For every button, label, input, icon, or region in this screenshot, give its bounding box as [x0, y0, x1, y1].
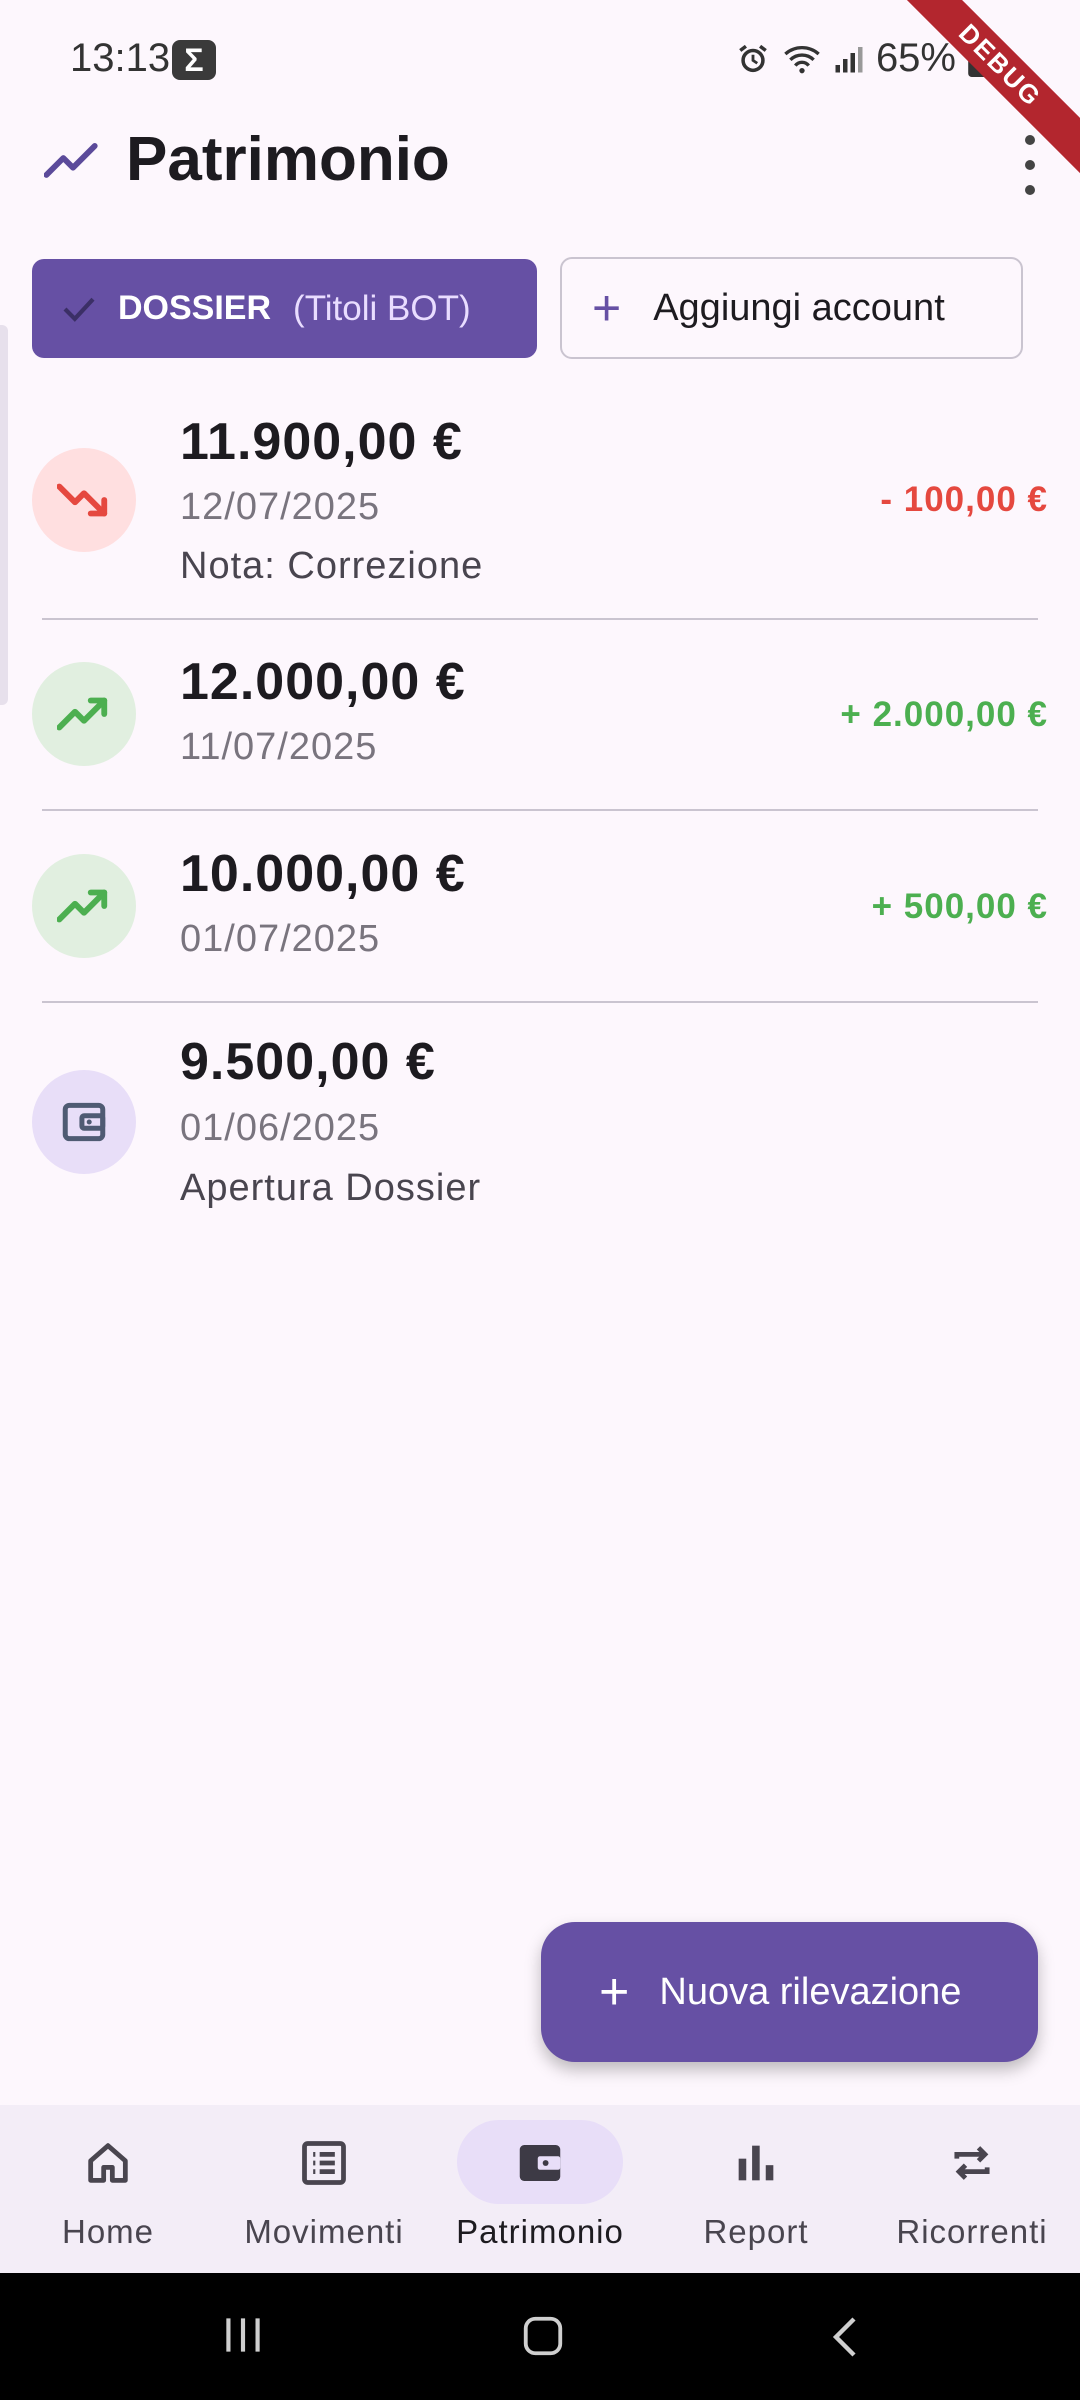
- plus-icon: +: [599, 1963, 630, 2021]
- nav-label: Movimenti: [244, 2213, 404, 2250]
- debug-banner: DEBUG: [880, 0, 1080, 200]
- list-item[interactable]: 10.000,00 € 01/07/2025 + 500,00 €: [0, 822, 1080, 1000]
- nav-item-patrimonio[interactable]: Patrimonio: [432, 2105, 648, 2273]
- list-item[interactable]: 12.000,00 € 11/07/2025 + 2.000,00 €: [0, 630, 1080, 808]
- add-account-label: Aggiungi account: [653, 286, 945, 329]
- nav-label: Patrimonio: [456, 2213, 624, 2250]
- new-entry-fab[interactable]: + Nuova rilevazione: [541, 1922, 1038, 2062]
- account-chip-dossier[interactable]: DOSSIER (Titoli BOT): [32, 259, 537, 358]
- entry-amount: 12.000,00 €: [180, 653, 466, 711]
- page-title: Patrimonio: [126, 125, 450, 194]
- wallet-icon: [32, 1070, 136, 1174]
- alarm-icon: [739, 44, 767, 72]
- entry-amount: 9.500,00 €: [180, 1033, 436, 1091]
- entry-date: 01/06/2025: [180, 1107, 381, 1149]
- list-item[interactable]: 11.900,00 € 12/07/2025 Nota: Correzione …: [0, 390, 1080, 620]
- debug-label: DEBUG: [880, 0, 1080, 186]
- status-time: 13:13: [70, 36, 171, 80]
- nav-label: Report: [703, 2213, 809, 2250]
- recent-apps-icon[interactable]: [218, 2313, 268, 2357]
- nav-item-report[interactable]: Report: [648, 2105, 864, 2273]
- home-button-icon[interactable]: [520, 2313, 566, 2359]
- entry-delta: - 100,00 €: [880, 480, 1048, 519]
- system-navigation-bar: [0, 2273, 1080, 2400]
- nav-item-movimenti[interactable]: Movimenti: [216, 2105, 432, 2273]
- entry-delta: + 500,00 €: [871, 887, 1048, 926]
- list-icon: [298, 2135, 350, 2191]
- wallet-icon: [513, 2135, 567, 2191]
- entry-delta: + 2.000,00 €: [840, 695, 1048, 734]
- entry-amount: 11.900,00 €: [180, 413, 463, 471]
- nav-item-ricorrenti[interactable]: Ricorrenti: [864, 2105, 1080, 2273]
- home-icon: [82, 2135, 134, 2191]
- nav-label: Ricorrenti: [896, 2213, 1048, 2250]
- account-name: DOSSIER: [118, 289, 272, 327]
- repeat-icon: [946, 2135, 998, 2191]
- add-account-button[interactable]: + Aggiungi account: [560, 257, 1023, 359]
- check-icon: [63, 297, 95, 322]
- divider: [42, 809, 1038, 811]
- trending-up-icon: [44, 143, 98, 178]
- bar-chart-icon: [730, 2135, 782, 2191]
- signal-icon: [835, 46, 863, 72]
- trending-down-icon: [32, 448, 136, 552]
- entry-date: 11/07/2025: [180, 726, 378, 768]
- nav-item-home[interactable]: Home: [0, 2105, 216, 2273]
- divider: [42, 618, 1038, 620]
- app-notification-icon: Σ: [172, 40, 216, 80]
- nav-label: Home: [61, 2213, 155, 2250]
- entry-note: Apertura Dossier: [180, 1167, 482, 1209]
- entry-date: 01/07/2025: [180, 918, 381, 960]
- bottom-navigation: Home Movimenti Patrimonio Report Ricorre…: [0, 2105, 1080, 2273]
- list-item[interactable]: 9.500,00 € 01/06/2025 Apertura Dossier: [0, 1012, 1080, 1232]
- trending-up-icon: [32, 854, 136, 958]
- entry-date: 12/07/2025: [180, 486, 381, 528]
- trending-up-icon: [32, 662, 136, 766]
- plus-icon: +: [592, 280, 622, 336]
- more-options-icon[interactable]: [1010, 135, 1050, 195]
- account-subtitle: (Titoli BOT): [293, 288, 471, 328]
- entry-amount: 10.000,00 €: [180, 845, 466, 903]
- back-icon[interactable]: [826, 2313, 866, 2361]
- fab-label: Nuova rilevazione: [659, 1970, 962, 2013]
- entry-note: Nota: Correzione: [180, 545, 484, 587]
- wifi-icon: [784, 45, 820, 73]
- divider: [42, 1001, 1038, 1003]
